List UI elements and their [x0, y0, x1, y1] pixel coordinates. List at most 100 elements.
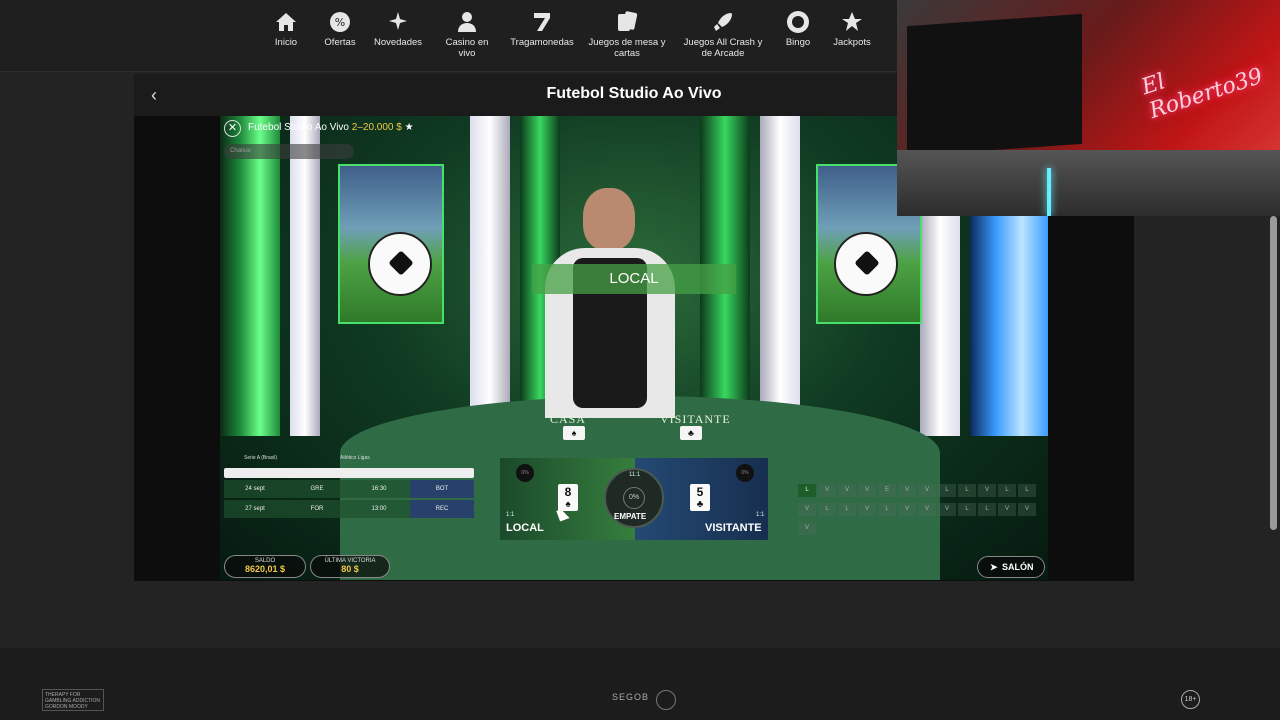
government-seal-icon	[656, 690, 676, 710]
road-cell: V	[798, 522, 816, 535]
bet-limits: 2–20.000 $	[351, 122, 402, 133]
gambling-therapy-logo[interactable]: THERAPY FOR GAMBLING ADDICTION GORDON MO…	[42, 689, 104, 711]
road-cell: L	[1018, 484, 1036, 497]
soccer-ball-icon	[834, 232, 898, 296]
road-cell: V	[998, 503, 1016, 516]
league-row: Serie A (Brasil) Atlético Ligas	[224, 450, 474, 466]
nav-label: Casino en vivo	[445, 37, 489, 59]
table-row: 27 sept FOR 13:00 REC	[224, 500, 474, 518]
local-ratio: 1:1	[506, 512, 515, 518]
game-name: Futebol Studio Ao Vivo	[248, 122, 349, 133]
table-home-label: CASA	[550, 412, 587, 426]
nav-item-bingo[interactable]: Bingo	[782, 10, 814, 48]
result-banner: LOCAL	[532, 264, 736, 294]
nav-item-novedades[interactable]: Novedades	[372, 10, 424, 48]
schedule-cell: FOR	[310, 506, 324, 512]
draw-label: EMPATE	[614, 512, 647, 521]
schedule-scrollbar[interactable]	[224, 468, 474, 478]
salon-label: SALÓN	[1002, 562, 1034, 572]
table-card-away: ♣	[680, 426, 702, 440]
game-title-bar: Futebol Studio Ao Vivo 2–20.000 $ ★	[248, 122, 414, 133]
table-card-home: ♠	[563, 426, 585, 440]
visit-ratio: 1:1	[756, 512, 765, 518]
road-cell: V	[938, 503, 956, 516]
percent-badge-icon: %	[328, 10, 352, 34]
table-row: 24 sept GRE 16:30 BOT	[224, 480, 474, 498]
schedule-cell: REC	[410, 500, 474, 518]
studio-light-stripe	[760, 116, 800, 436]
nav-item-ofertas[interactable]: % Ofertas	[322, 10, 358, 48]
studio-light-stripe	[220, 116, 280, 436]
nav-label: Novedades	[373, 37, 423, 48]
schedule-cell: 13:00	[371, 506, 387, 512]
visit-card: 5 ♣	[690, 484, 710, 511]
schedule-cell: 24 sept	[245, 486, 265, 492]
soccer-ball-icon	[368, 232, 432, 296]
schedule-cell: BOT	[410, 480, 474, 498]
road-cell: L	[958, 484, 976, 497]
draw-percent: 0%	[623, 487, 645, 509]
road-cell: V	[918, 503, 936, 516]
visit-percent: 0%	[736, 464, 754, 482]
road-cell: L	[958, 503, 976, 516]
betting-area: 0% 0% 1:1 1:1 11:1 0% EMPATE 8 ♠ 5 ♣ LOC…	[500, 458, 768, 540]
room-floor	[897, 150, 1280, 216]
nav-label: Juegos de mesa y cartas	[588, 37, 666, 59]
nav-item-juegos-de-mesa[interactable]: Juegos de mesa y cartas	[588, 10, 666, 59]
bingo-ball-icon	[786, 10, 810, 34]
road-cell: V	[898, 503, 916, 516]
page-scrollbar[interactable]	[1270, 216, 1277, 530]
balance-value: 8620,01 $	[244, 564, 286, 574]
chat-input[interactable]: Chatear	[224, 144, 354, 159]
road-cell: V	[918, 484, 936, 497]
nav-label: Juegos All Crash y de Arcade	[683, 37, 763, 59]
nav-label: Bingo	[785, 37, 811, 48]
road-cell: L	[838, 503, 856, 516]
studio-light-stripe	[290, 116, 320, 436]
pin-icon[interactable]: ★	[405, 122, 414, 133]
match-schedule: Serie A (Brasil) Atlético Ligas 24 sept …	[224, 446, 474, 518]
nav-label: Inicio	[274, 37, 298, 48]
play-arrow-icon: ➤	[990, 562, 998, 572]
card-rank: 8	[564, 485, 572, 499]
nav-label: Tragamonedas	[510, 37, 574, 48]
road-cell: V	[858, 484, 876, 497]
nav-item-tragamonedas[interactable]: Tragamonedas	[508, 10, 576, 48]
rocket-icon	[711, 10, 735, 34]
road-cell: L	[818, 503, 836, 516]
neon-sign: El Roberto39	[1138, 63, 1266, 124]
local-card: 8 ♠	[558, 484, 578, 511]
close-game-button[interactable]: ✕	[224, 120, 241, 137]
results-road: LVVVEVVLLVLLVLLVLVVVLLVVV	[798, 484, 1038, 544]
local-label: LOCAL	[506, 522, 544, 534]
road-cell: V	[978, 484, 996, 497]
cards-icon	[615, 10, 639, 34]
slot-seven-icon	[530, 10, 554, 34]
last-win-value: 80 $	[341, 564, 359, 574]
wall-monitor	[907, 13, 1082, 157]
nav-item-inicio[interactable]: Inicio	[272, 10, 300, 48]
road-cell: L	[798, 484, 816, 497]
studio-light-stripe	[470, 116, 510, 436]
league-name: Serie A (Brasil)	[244, 455, 278, 461]
road-cell: V	[838, 484, 856, 497]
road-cell: V	[858, 503, 876, 516]
draw-ratio: 11:1	[629, 472, 641, 478]
road-cell: L	[998, 484, 1016, 497]
nav-item-jackpots[interactable]: Jackpots	[832, 10, 872, 48]
sparkles-icon	[386, 10, 410, 34]
nav-label: Jackpots	[833, 37, 871, 48]
webcam-overlay: El Roberto39	[897, 0, 1280, 216]
nav-item-juegos-crash[interactable]: Juegos All Crash y de Arcade	[682, 10, 764, 59]
nav-item-casino-en-vivo[interactable]: Casino en vivo	[440, 10, 494, 59]
stars-icon	[840, 10, 864, 34]
footer	[0, 648, 1280, 720]
svg-text:%: %	[335, 16, 345, 29]
schedule-cell: 16:30	[371, 486, 387, 492]
salon-button[interactable]: ➤ SALÓN	[977, 556, 1045, 578]
road-cell: V	[798, 503, 816, 516]
road-cell: V	[818, 484, 836, 497]
dealer-icon	[455, 10, 479, 34]
road-cell: L	[978, 503, 996, 516]
road-cell: E	[878, 484, 896, 497]
